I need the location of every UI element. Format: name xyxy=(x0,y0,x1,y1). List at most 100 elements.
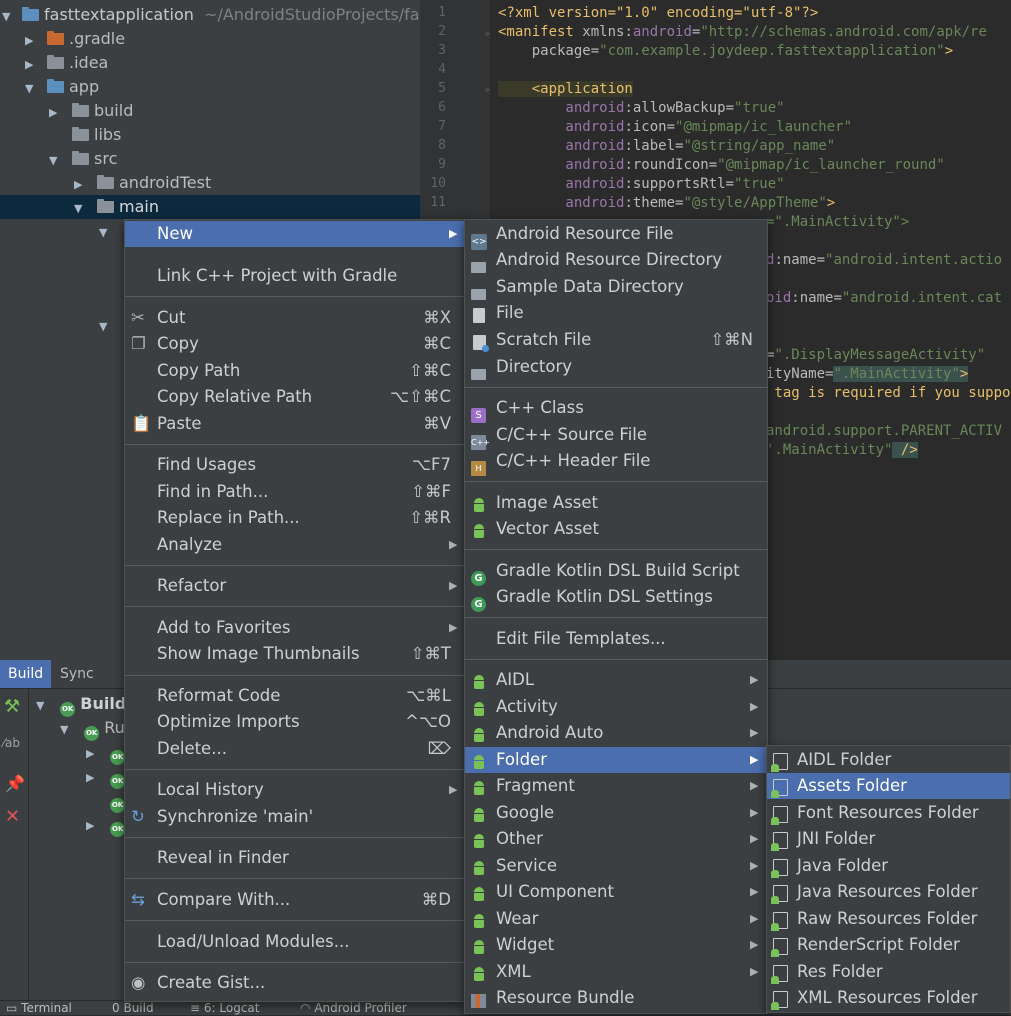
hammer-icon[interactable]: ⚒ xyxy=(4,696,20,717)
collapsed-arrow-icon[interactable]: ▶ xyxy=(74,173,88,197)
menu-item-service[interactable]: Service ▶ xyxy=(465,853,767,879)
menu-item-cpp-class[interactable]: S C++ Class xyxy=(465,395,767,423)
menu-item-cpp-source-file[interactable]: C++ C/C++ Source File xyxy=(465,422,767,450)
menu-item-show-thumbnails[interactable]: Show Image Thumbnails ⇧⌘T xyxy=(125,641,465,667)
expand-arrow-icon[interactable]: ▼ xyxy=(49,149,63,173)
menu-item-sample-data-directory[interactable]: Sample Data Directory xyxy=(465,274,767,300)
tree-row-gradle[interactable]: ▶ .gradle xyxy=(0,27,420,51)
tool-tab-logcat[interactable]: ≡ 6: Logcat xyxy=(190,1001,259,1015)
tool-tab-profiler[interactable]: ◠ Android Profiler xyxy=(300,1001,407,1015)
menu-item-res-folder[interactable]: Res Folder xyxy=(767,959,1010,985)
menu-item-vector-asset[interactable]: Vector Asset xyxy=(465,516,767,542)
menu-item-assets-folder[interactable]: Assets Folder xyxy=(767,773,1010,799)
collapsed-arrow-icon[interactable]: ▶ xyxy=(49,101,63,125)
fold-icon[interactable]: ⌔ xyxy=(484,28,491,41)
build-tree-row[interactable]: OK xyxy=(110,790,125,813)
menu-item-synchronize[interactable]: ↻ Synchronize 'main' xyxy=(125,804,465,830)
menu-item-other[interactable]: Other ▶ xyxy=(465,826,767,852)
tree-row-libs[interactable]: libs xyxy=(0,123,420,147)
menu-item-create-gist[interactable]: ◉ Create Gist... xyxy=(125,970,465,996)
menu-item-gradle-kotlin-build-script[interactable]: G Gradle Kotlin DSL Build Script xyxy=(465,558,767,586)
tool-tab-build[interactable]: 0 Build xyxy=(112,1001,154,1015)
expand-arrow-icon[interactable]: ▼ xyxy=(74,197,88,221)
menu-item-renderscript-folder[interactable]: RenderScript Folder xyxy=(767,932,1010,958)
expand-arrow-icon[interactable]: ▼ xyxy=(36,699,50,712)
menu-item-image-asset[interactable]: Image Asset xyxy=(465,490,767,516)
menu-item-analyze[interactable]: Analyze ▶ xyxy=(125,532,465,558)
menu-item-edit-file-templates[interactable]: Edit File Templates... xyxy=(465,626,767,652)
menu-item-android-auto[interactable]: Android Auto ▶ xyxy=(465,720,767,746)
menu-item-xml[interactable]: XML ▶ xyxy=(465,959,767,985)
menu-item-link-cpp[interactable]: Link C++ Project with Gradle xyxy=(125,263,465,289)
collapsed-arrow-icon[interactable]: ▶ xyxy=(86,819,100,832)
menu-item-reveal-in-finder[interactable]: Reveal in Finder xyxy=(125,845,465,871)
menu-item-gradle-kotlin-settings[interactable]: G Gradle Kotlin DSL Settings xyxy=(465,584,767,612)
expand-arrow-icon[interactable]: ▼ xyxy=(60,723,74,736)
menu-item-copy-path[interactable]: Copy Path ⇧⌘C xyxy=(125,358,465,384)
tool-tab-terminal[interactable]: ▭ Terminal xyxy=(6,1001,72,1015)
menu-item-fragment[interactable]: Fragment ▶ xyxy=(465,773,767,799)
fold-icon[interactable]: ⌔ xyxy=(484,84,491,97)
menu-item-local-history[interactable]: Local History ▶ xyxy=(125,777,465,803)
build-tree-row[interactable]: ▶ OK xyxy=(86,766,126,789)
menu-item-paste[interactable]: 📋 Paste ⌘V xyxy=(125,411,465,437)
collapsed-arrow-icon[interactable]: ▶ xyxy=(25,29,39,53)
menu-item-widget[interactable]: Widget ▶ xyxy=(465,932,767,958)
pin-icon[interactable]: 📌 xyxy=(5,774,25,793)
menu-item-wear[interactable]: Wear ▶ xyxy=(465,906,767,932)
tree-row-app[interactable]: ▼ app xyxy=(0,75,420,99)
menu-item-refactor[interactable]: Refactor ▶ xyxy=(125,573,465,599)
menu-item-find-usages[interactable]: Find Usages ⌥F7 xyxy=(125,452,465,478)
menu-item-aidl-folder[interactable]: AIDL Folder xyxy=(767,747,1010,773)
menu-item-java-folder[interactable]: Java Folder xyxy=(767,853,1010,879)
menu-item-font-resources-folder[interactable]: Font Resources Folder xyxy=(767,800,1010,826)
menu-item-folder[interactable]: Folder ▶ xyxy=(465,747,767,773)
menu-item-java-resources-folder[interactable]: Java Resources Folder xyxy=(767,879,1010,905)
expand-arrow-icon[interactable]: ▼ xyxy=(25,77,39,101)
menu-item-cpp-header-file[interactable]: H C/C++ Header File xyxy=(465,448,767,476)
menu-item-ui-component[interactable]: UI Component ▶ xyxy=(465,879,767,905)
menu-item-activity[interactable]: Activity ▶ xyxy=(465,694,767,720)
menu-item-cut[interactable]: ✂ Cut ⌘X xyxy=(125,305,465,331)
menu-item-android-resource-file[interactable]: <> Android Resource File xyxy=(465,221,767,250)
menu-item-raw-resources-folder[interactable]: Raw Resources Folder xyxy=(767,906,1010,932)
tree-row-main[interactable]: ▼ main xyxy=(0,195,420,219)
menu-item-optimize-imports[interactable]: Optimize Imports ^⌥O xyxy=(125,709,465,735)
menu-item-aidl[interactable]: AIDL ▶ xyxy=(465,667,767,693)
menu-item-copy[interactable]: ❐ Copy ⌘C xyxy=(125,331,465,357)
menu-item-directory[interactable]: Directory xyxy=(465,354,767,380)
menu-item-resource-bundle[interactable]: Resource Bundle xyxy=(465,985,767,1011)
menu-item-add-to-favorites[interactable]: Add to Favorites ▶ xyxy=(125,615,465,641)
collapsed-arrow-icon[interactable]: ▶ xyxy=(25,53,39,77)
menu-item-load-unload-modules[interactable]: Load/Unload Modules... xyxy=(125,929,465,955)
close-icon[interactable]: ✕ xyxy=(5,806,20,827)
tree-row-idea[interactable]: ▶ .idea xyxy=(0,51,420,75)
collapsed-arrow-icon[interactable]: ▶ xyxy=(86,747,100,760)
menu-item-scratch-file[interactable]: Scratch File ⇧⌘N xyxy=(465,327,767,353)
build-tree-row[interactable]: ▼ OK Ru xyxy=(60,718,125,741)
menu-item-reformat-code[interactable]: Reformat Code ⌥⌘L xyxy=(125,683,465,709)
collapsed-arrow-icon[interactable]: ▶ xyxy=(86,771,100,784)
build-tree-row[interactable]: ▶ OK xyxy=(86,742,126,765)
expand-arrow-icon[interactable]: ▼ xyxy=(99,315,113,339)
menu-item-xml-resources-folder[interactable]: XML Resources Folder xyxy=(767,985,1010,1011)
tab-build[interactable]: Build xyxy=(0,660,52,688)
text-wrap-icon[interactable]: ⁄ab xyxy=(3,736,20,750)
expand-arrow-icon[interactable]: ▼ xyxy=(99,221,113,245)
tab-sync[interactable]: Sync xyxy=(52,660,102,688)
menu-item-compare-with[interactable]: ⇆ Compare With... ⌘D xyxy=(125,887,465,913)
menu-item-replace-in-path[interactable]: Replace in Path... ⇧⌘R xyxy=(125,505,465,531)
tree-row-root[interactable]: ▼ fasttextapplication ~/AndroidStudioProj… xyxy=(0,3,420,27)
menu-item-delete[interactable]: Delete... ⌦ xyxy=(125,736,465,762)
expand-arrow-icon[interactable]: ▼ xyxy=(2,5,16,29)
tree-row-src[interactable]: ▼ src xyxy=(0,147,420,171)
menu-item-file[interactable]: File xyxy=(465,300,767,326)
menu-item-android-resource-directory[interactable]: Android Resource Directory xyxy=(465,247,767,273)
menu-item-google[interactable]: Google ▶ xyxy=(465,800,767,826)
build-tree-row[interactable]: ▼ OK Build xyxy=(36,694,126,717)
build-tree-row[interactable]: ▶ OK xyxy=(86,814,126,837)
tree-row-build[interactable]: ▶ build xyxy=(0,99,420,123)
menu-item-jni-folder[interactable]: JNI Folder xyxy=(767,826,1010,852)
menu-item-find-in-path[interactable]: Find in Path... ⇧⌘F xyxy=(125,479,465,505)
tree-row-androidtest[interactable]: ▶ androidTest xyxy=(0,171,420,195)
